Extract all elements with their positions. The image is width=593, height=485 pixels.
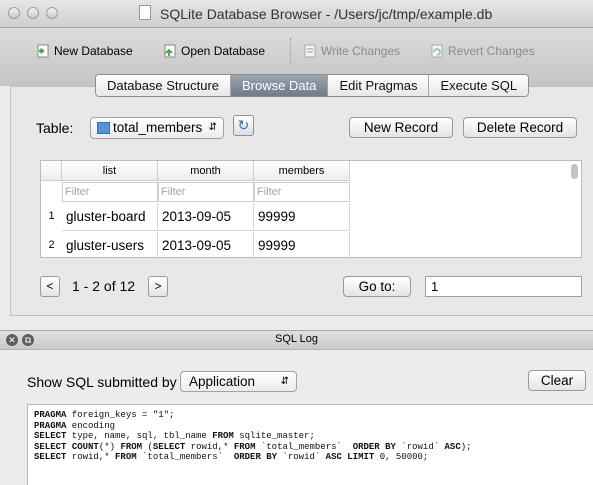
select-arrows-icon: ⇵ xyxy=(208,122,217,133)
filter-input-month[interactable] xyxy=(159,183,257,201)
column-header[interactable]: members xyxy=(254,161,350,181)
sql-log-titlebar: SQL Log ✕ ⧉ xyxy=(0,330,593,350)
zoom-window-button[interactable] xyxy=(46,7,58,19)
write-changes-icon xyxy=(304,44,316,58)
column-header[interactable]: month xyxy=(158,161,254,181)
show-sql-label: Show SQL submitted by xyxy=(27,374,177,390)
open-database-button[interactable]: Open Database xyxy=(163,44,265,58)
data-grid: list month members 1 gluster-board 2013-… xyxy=(40,160,582,258)
select-arrows-icon: ⇵ xyxy=(280,376,289,387)
app-window: SQLite Database Browser - /Users/jc/tmp/… xyxy=(0,0,593,485)
revert-changes-icon xyxy=(431,44,443,58)
go-to-button[interactable]: Go to: xyxy=(343,276,411,297)
open-database-label: Open Database xyxy=(181,44,266,58)
sql-log-line: SELECT type, name, sql, tbl_name FROM sq… xyxy=(34,431,315,441)
table-cell[interactable]: 99999 xyxy=(254,232,350,257)
main-tabs: Database Structure Browse Data Edit Prag… xyxy=(95,74,530,97)
new-database-button[interactable]: New Database xyxy=(36,44,133,58)
table-cell[interactable]: gluster-users xyxy=(62,232,158,257)
sql-source-value: Application xyxy=(189,374,256,389)
sql-log-line: SELECT rowid,* FROM `total_members` ORDE… xyxy=(34,452,429,462)
filter-input-list[interactable] xyxy=(63,183,161,201)
row-header-corner xyxy=(41,161,62,181)
table-cell[interactable]: 99999 xyxy=(254,203,350,231)
clear-log-button[interactable]: Clear xyxy=(528,370,586,391)
float-dock-icon[interactable]: ⧉ xyxy=(22,334,34,346)
table-cell[interactable]: 2013-09-05 xyxy=(158,232,254,257)
next-page-button[interactable]: > xyxy=(148,276,168,297)
new-database-icon xyxy=(37,44,49,58)
tab-execute-sql[interactable]: Execute SQL xyxy=(429,75,529,96)
window-title: SQLite Database Browser - /Users/jc/tmp/… xyxy=(160,6,493,22)
table-cell[interactable]: gluster-board xyxy=(62,203,158,231)
toolbar-separator xyxy=(290,38,292,64)
filter-field xyxy=(254,182,353,202)
new-database-label: New Database xyxy=(54,44,133,58)
revert-changes-label: Revert Changes xyxy=(448,44,535,58)
title-bar: SQLite Database Browser - /Users/jc/tmp/… xyxy=(0,0,593,28)
new-record-button[interactable]: New Record xyxy=(349,117,453,138)
filter-field xyxy=(158,182,257,202)
sql-log-text[interactable]: PRAGMA foreign_keys = "1"; PRAGMA encodi… xyxy=(27,404,593,485)
go-to-input[interactable]: 1 xyxy=(425,276,582,297)
table-label: Table: xyxy=(36,120,74,136)
row-number: 2 xyxy=(48,239,55,251)
previous-page-button[interactable]: < xyxy=(40,276,60,297)
close-dock-icon[interactable]: ✕ xyxy=(6,334,18,346)
sql-log-line: PRAGMA foreign_keys = "1"; xyxy=(34,410,175,420)
write-changes-label: Write Changes xyxy=(321,44,401,58)
revert-changes-button[interactable]: Revert Changes xyxy=(430,44,535,58)
row-number: 1 xyxy=(48,210,55,222)
document-icon xyxy=(139,5,151,20)
column-header[interactable]: list xyxy=(62,161,158,181)
tab-edit-pragmas[interactable]: Edit Pragmas xyxy=(328,75,430,96)
open-database-icon xyxy=(164,44,176,58)
table-icon xyxy=(97,122,110,134)
close-window-button[interactable] xyxy=(8,7,20,19)
sql-log-title: SQL Log xyxy=(274,333,318,345)
pager-status: 1 - 2 of 12 xyxy=(72,278,136,294)
refresh-icon: ↻ xyxy=(237,117,250,133)
refresh-button[interactable]: ↻ xyxy=(233,115,254,136)
table-select-value: total_members xyxy=(113,120,203,135)
table-cell[interactable]: 2013-09-05 xyxy=(158,203,254,231)
vertical-scrollbar[interactable] xyxy=(571,164,578,179)
minimize-window-button[interactable] xyxy=(27,7,39,19)
sql-log-line: SELECT COUNT(*) FROM (SELECT rowid,* FRO… xyxy=(34,441,472,452)
filter-input-members[interactable] xyxy=(255,183,353,201)
filter-field xyxy=(62,182,161,202)
tab-database-structure[interactable]: Database Structure xyxy=(96,75,232,96)
sql-source-select[interactable]: Application ⇵ xyxy=(180,371,297,392)
table-select[interactable]: total_members ⇵ xyxy=(90,117,224,139)
sql-log-line: PRAGMA encoding xyxy=(34,420,116,431)
delete-record-button[interactable]: Delete Record xyxy=(463,117,577,138)
write-changes-button[interactable]: Write Changes xyxy=(303,44,400,58)
tab-browse-data[interactable]: Browse Data xyxy=(231,75,329,96)
